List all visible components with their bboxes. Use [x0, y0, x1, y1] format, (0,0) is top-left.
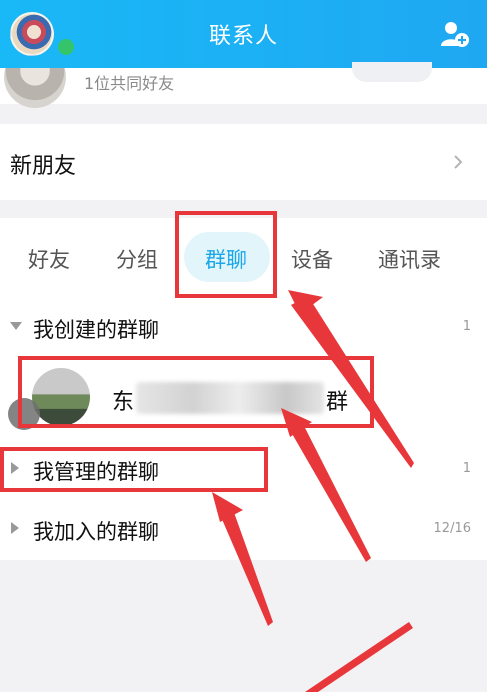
- expand-right-icon: [11, 462, 19, 474]
- expand-down-icon: [10, 322, 22, 330]
- chevron-right-icon: [454, 155, 463, 169]
- group-label: 我管理的群聊: [33, 460, 159, 484]
- page-title: 联系人: [208, 24, 278, 49]
- group-avatar: [32, 368, 90, 426]
- tab-groups[interactable]: 分组: [116, 244, 158, 274]
- add-contact-icon[interactable]: [440, 20, 470, 48]
- mutual-friends-text: 1位共同好友: [84, 74, 175, 93]
- group-name-end: 群: [326, 390, 349, 415]
- header-bar: 联系人: [0, 0, 487, 68]
- new-friends-row[interactable]: 新朋友: [0, 124, 487, 200]
- tab-friends[interactable]: 好友: [28, 244, 70, 274]
- group-joined[interactable]: 我加入的群聊 12/16: [0, 504, 487, 554]
- group-count: 12/16: [433, 521, 471, 536]
- new-friends-label: 新朋友: [10, 154, 77, 179]
- recommend-row[interactable]: 1位共同好友: [0, 62, 487, 108]
- expand-right-icon: [11, 522, 19, 534]
- tab-devices[interactable]: 设备: [291, 244, 333, 274]
- group-name-start: 东: [112, 390, 135, 415]
- tab-address-book[interactable]: 通讯录: [378, 244, 441, 274]
- group-label: 我加入的群聊: [33, 520, 159, 544]
- tab-group-chats[interactable]: 群聊: [205, 244, 247, 274]
- blurred-name: [136, 382, 324, 414]
- floating-side-button[interactable]: [8, 398, 40, 430]
- group-created[interactable]: 我创建的群聊 1: [0, 302, 487, 352]
- group-label: 我创建的群聊: [33, 318, 159, 342]
- group-managed[interactable]: 我管理的群聊 1: [0, 444, 487, 494]
- add-friend-button[interactable]: [352, 62, 432, 82]
- group-count: 1: [462, 461, 471, 476]
- group-count: 1: [462, 319, 471, 334]
- group-chat-row[interactable]: 东 群: [0, 346, 487, 430]
